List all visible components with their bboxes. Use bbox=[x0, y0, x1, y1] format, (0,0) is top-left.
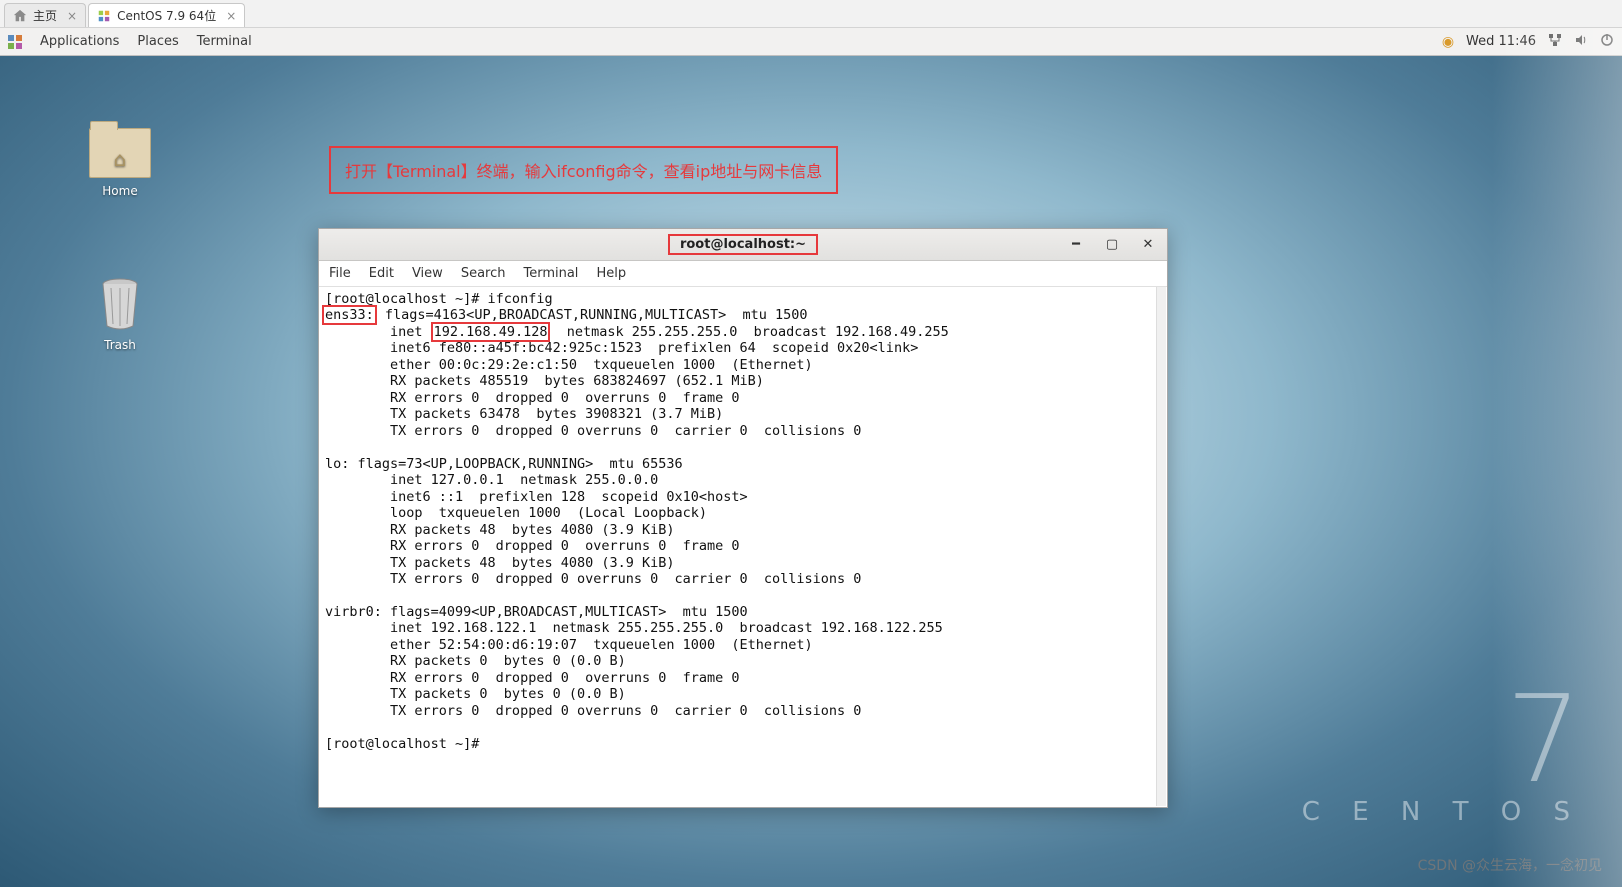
right-scrim bbox=[1492, 28, 1622, 887]
close-icon[interactable]: × bbox=[226, 9, 236, 23]
terminal-body[interactable]: [root@localhost ~]# ifconfig ens33: flag… bbox=[319, 287, 1167, 807]
close-button[interactable]: ✕ bbox=[1137, 234, 1159, 256]
inet-prefix: inet bbox=[325, 324, 431, 340]
centos-watermark: 7 C E N T O S bbox=[1302, 693, 1582, 827]
menu-view[interactable]: View bbox=[412, 266, 443, 281]
menu-edit[interactable]: Edit bbox=[369, 266, 394, 281]
lo-block: lo: flags=73<UP,LOOPBACK,RUNNING> mtu 65… bbox=[325, 456, 861, 587]
vm-tab-centos[interactable]: CentOS 7.9 64位 × bbox=[88, 3, 245, 27]
ens33-details: inet6 fe80::a45f:bc42:925c:1523 prefixle… bbox=[325, 340, 918, 438]
home-icon bbox=[13, 9, 27, 23]
menu-terminal[interactable]: Terminal bbox=[523, 266, 578, 281]
terminal-menubar: File Edit View Search Terminal Help bbox=[319, 261, 1167, 287]
vm-tab-bar: 主页 × CentOS 7.9 64位 × bbox=[0, 0, 1622, 28]
menu-help[interactable]: Help bbox=[596, 266, 626, 281]
maximize-button[interactable]: ▢ bbox=[1101, 234, 1123, 256]
terminal-scrollbar[interactable] bbox=[1156, 287, 1166, 806]
interface-ens33: ens33: bbox=[322, 305, 377, 325]
notification-icon[interactable]: ◉ bbox=[1442, 34, 1454, 50]
terminal-title: root@localhost:~ bbox=[668, 234, 818, 255]
inet-suffix: netmask 255.255.255.0 broadcast 192.168.… bbox=[550, 324, 948, 340]
menu-applications[interactable]: Applications bbox=[40, 34, 119, 49]
desktop: Applications Places Terminal ◉ Wed 11:46… bbox=[0, 28, 1622, 887]
centos-icon bbox=[97, 9, 111, 23]
desktop-icon-home-label: Home bbox=[80, 184, 160, 198]
menu-search[interactable]: Search bbox=[461, 266, 506, 281]
network-icon[interactable] bbox=[1548, 33, 1562, 51]
power-icon[interactable] bbox=[1600, 33, 1614, 51]
clock[interactable]: Wed 11:46 bbox=[1466, 34, 1536, 49]
prompt-line-2: [root@localhost ~]# bbox=[325, 736, 488, 752]
desktop-icon-trash-label: Trash bbox=[80, 338, 160, 352]
menu-places[interactable]: Places bbox=[137, 34, 178, 49]
vm-tab-home[interactable]: 主页 × bbox=[4, 3, 86, 27]
folder-icon bbox=[89, 128, 151, 178]
minimize-button[interactable]: ━ bbox=[1065, 234, 1087, 256]
vm-tab-centos-label: CentOS 7.9 64位 bbox=[117, 7, 216, 24]
watermark-centos: C E N T O S bbox=[1302, 797, 1582, 827]
desktop-icon-trash[interactable]: Trash bbox=[80, 276, 160, 352]
ip-address: 192.168.49.128 bbox=[431, 322, 551, 342]
csdn-watermark: CSDN @众生云海，一念初见 bbox=[1418, 855, 1602, 875]
close-icon[interactable]: × bbox=[67, 9, 77, 23]
annotation-box: 打开【Terminal】终端，输入ifconfig命令，查看ip地址与网卡信息 bbox=[329, 146, 838, 194]
menu-terminal[interactable]: Terminal bbox=[197, 34, 252, 49]
menu-file[interactable]: File bbox=[329, 266, 351, 281]
gnome-top-bar: Applications Places Terminal ◉ Wed 11:46 bbox=[0, 28, 1622, 56]
virbr0-block: virbr0: flags=4099<UP,BROADCAST,MULTICAS… bbox=[325, 604, 943, 719]
applications-icon bbox=[8, 35, 22, 49]
volume-icon[interactable] bbox=[1574, 33, 1588, 51]
watermark-seven: 7 bbox=[1302, 693, 1582, 789]
terminal-window: root@localhost:~ ━ ▢ ✕ File Edit View Se… bbox=[318, 228, 1168, 808]
vm-tab-home-label: 主页 bbox=[33, 7, 57, 24]
terminal-titlebar[interactable]: root@localhost:~ ━ ▢ ✕ bbox=[319, 229, 1167, 261]
desktop-icon-home[interactable]: Home bbox=[80, 128, 160, 198]
trash-icon bbox=[97, 276, 143, 332]
